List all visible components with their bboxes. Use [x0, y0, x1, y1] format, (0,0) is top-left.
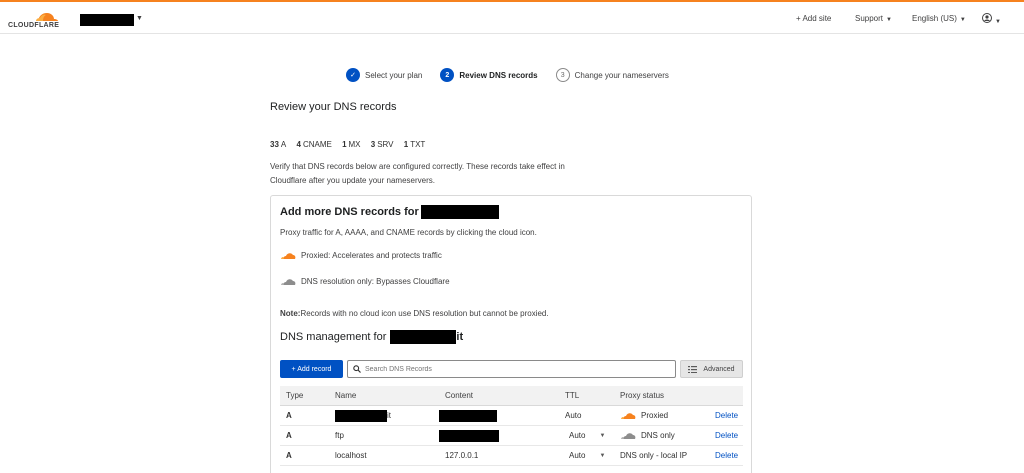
count-cname: 4 CNAME	[296, 140, 332, 149]
step-change-nameservers: 3 Change your nameservers	[555, 68, 669, 82]
step-number: 3	[555, 68, 570, 82]
count-a: 33 A	[270, 140, 287, 149]
step-label: Review DNS records	[459, 70, 538, 80]
ttl-select[interactable]: Auto ▼	[565, 431, 620, 440]
dns-only-legend: DNS resolution only: Bypasses Cloudflare	[280, 277, 450, 286]
domain-suffix: it	[456, 331, 464, 343]
record-name: it	[335, 409, 445, 422]
search-box[interactable]	[347, 360, 676, 378]
table-row[interactable]: A ftp Auto ▼ DNS only Delete	[280, 426, 743, 446]
content-redacted	[439, 409, 497, 422]
language-menu[interactable]: English (US) ▼	[912, 14, 966, 23]
gray-cloud-icon	[621, 433, 636, 439]
page-title: Review your DNS records	[270, 101, 397, 113]
user-menu[interactable]: ▼	[982, 13, 1001, 25]
header-type[interactable]: Type	[280, 391, 335, 400]
header-proxy-status[interactable]: Proxy status	[620, 391, 715, 400]
advanced-button[interactable]: Advanced	[680, 360, 743, 378]
header-ttl[interactable]: TTL	[565, 391, 620, 400]
count-srv: 3 SRV	[370, 140, 394, 149]
dns-management-title: DNS management for it	[280, 330, 463, 344]
dns-management-text: DNS management for	[280, 331, 387, 343]
cloud-logo-icon	[36, 13, 58, 21]
orange-cloud-icon	[621, 413, 636, 419]
step-review-dns: 2 Review DNS records	[440, 68, 538, 82]
name-suffix: it	[387, 411, 391, 420]
card-title: Add more DNS records for	[280, 205, 499, 219]
content-redacted	[439, 429, 499, 442]
check-icon: ✓	[346, 68, 360, 82]
header-content[interactable]: Content	[445, 391, 565, 400]
chevron-down-icon: ▼	[886, 17, 892, 23]
record-type: A	[286, 451, 292, 460]
delete-link[interactable]: Delete	[715, 451, 743, 460]
logo-wordmark: CLOUDFLARE	[8, 22, 60, 29]
list-filter-icon	[688, 365, 698, 373]
record-name: localhost	[335, 451, 367, 460]
search-input[interactable]	[365, 365, 665, 373]
proxy-status: DNS only - local IP	[620, 451, 688, 460]
table-row[interactable]: A it Auto Proxied Delete	[280, 406, 743, 426]
support-menu[interactable]: Support ▼	[855, 14, 892, 23]
ttl-value: Auto	[569, 451, 586, 460]
proxied-legend: Proxied: Accelerates and protects traffi…	[280, 251, 442, 260]
gray-cloud-icon	[281, 279, 296, 285]
dns-records-card: Add more DNS records for Proxy traffic f…	[270, 195, 752, 473]
note-label: Note:	[280, 309, 301, 318]
delete-link[interactable]: Delete	[715, 411, 743, 420]
ttl-value: Auto	[569, 431, 586, 440]
chevron-down-icon: ▼	[599, 432, 606, 439]
record-name: ftp	[335, 431, 344, 440]
record-content	[439, 429, 565, 442]
step-label: Select your plan	[365, 70, 423, 80]
header-name[interactable]: Name	[335, 391, 445, 400]
record-counts: 33 A 4 CNAME 1 MX 3 SRV 1 TXT	[270, 140, 433, 149]
record-content	[439, 409, 565, 422]
count-mx: 1 MX	[342, 140, 361, 149]
cloudflare-logo[interactable]: CLOUDFLARE	[8, 8, 68, 32]
table-row[interactable]: A localhost 127.0.0.1 Auto ▼ DNS only - l…	[280, 446, 743, 466]
account-name-redacted[interactable]	[80, 14, 134, 26]
step-number: 2	[440, 68, 455, 82]
proxy-status-label: Proxied	[641, 411, 669, 420]
proxy-status-label: DNS only	[641, 431, 675, 440]
verify-instructions: Verify that DNS records below are config…	[270, 162, 565, 185]
card-title-text: Add more DNS records for	[280, 206, 419, 218]
chevron-down-icon: ▼	[995, 19, 1001, 25]
proxy-hint: Proxy traffic for A, AAAA, and CNAME rec…	[280, 228, 537, 237]
chevron-down-icon: ▼	[959, 17, 966, 23]
name-redacted	[335, 409, 387, 422]
chevron-down-icon[interactable]: ▼	[136, 15, 143, 22]
ttl-select[interactable]: Auto ▼	[565, 451, 620, 460]
proxy-note: Note: Records with no cloud icon use DNS…	[280, 309, 549, 318]
language-label: English (US)	[912, 14, 957, 23]
proxy-toggle[interactable]: DNS only	[620, 431, 715, 440]
support-label: Support	[855, 14, 884, 23]
record-content: 127.0.0.1	[445, 451, 479, 460]
domain-redacted	[390, 330, 457, 344]
proxy-toggle[interactable]: Proxied	[620, 411, 715, 420]
top-bar: CLOUDFLARE ▼ + Add site Support ▼ English…	[0, 0, 1024, 34]
advanced-label: Advanced	[703, 365, 735, 373]
proxied-legend-text: Proxied: Accelerates and protects traffi…	[301, 251, 442, 260]
step-label: Change your nameservers	[574, 70, 669, 80]
dns-only-legend-text: DNS resolution only: Bypasses Cloudflare	[301, 277, 450, 286]
count-txt: 1 TXT	[403, 140, 426, 149]
add-record-button[interactable]: + Add record	[280, 360, 343, 378]
user-icon	[982, 13, 992, 23]
chevron-down-icon: ▼	[599, 452, 606, 459]
search-icon	[353, 365, 361, 373]
record-type: A	[286, 411, 292, 420]
delete-link[interactable]: Delete	[715, 431, 743, 440]
step-select-plan[interactable]: ✓ Select your plan	[346, 68, 422, 82]
dns-records-table: Type Name Content TTL Proxy status A it …	[280, 386, 743, 466]
record-type: A	[286, 431, 292, 440]
orange-cloud-icon	[281, 253, 296, 259]
record-ttl: Auto	[565, 411, 582, 420]
onboarding-stepper: ✓ Select your plan 2 Review DNS records …	[346, 67, 687, 83]
table-header: Type Name Content TTL Proxy status	[280, 386, 743, 406]
note-text: Records with no cloud icon use DNS resol…	[300, 309, 549, 318]
add-site-link[interactable]: + Add site	[796, 14, 831, 23]
domain-redacted	[420, 205, 499, 219]
